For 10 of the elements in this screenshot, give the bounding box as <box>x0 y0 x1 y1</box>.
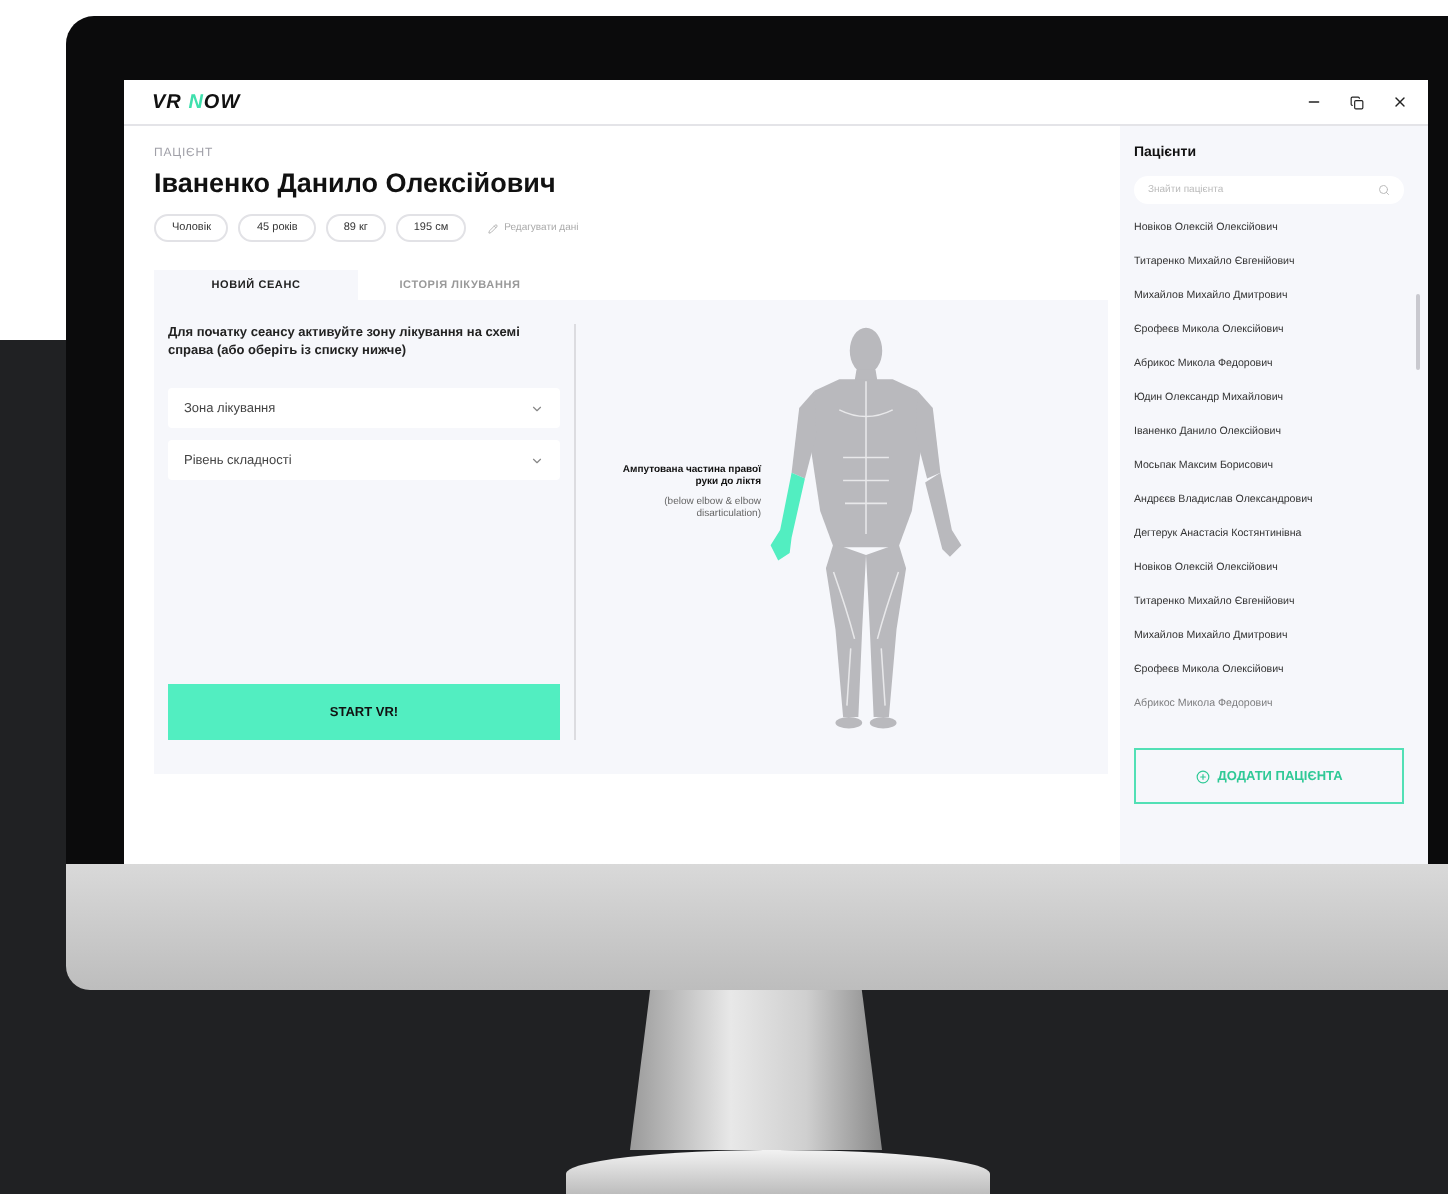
close-icon[interactable] <box>1392 94 1408 110</box>
chevron-down-icon <box>530 401 544 416</box>
restore-icon[interactable] <box>1350 95 1364 109</box>
patient-name: Іваненко Данило Олексійович <box>154 168 558 198</box>
chevron-down-icon <box>530 453 544 468</box>
plus-circle-icon <box>1195 769 1210 783</box>
search-icon <box>1378 184 1390 196</box>
pencil-icon <box>488 223 499 233</box>
scrollbar-thumb[interactable] <box>1416 294 1420 370</box>
app-logo: VR NOW <box>152 91 241 113</box>
